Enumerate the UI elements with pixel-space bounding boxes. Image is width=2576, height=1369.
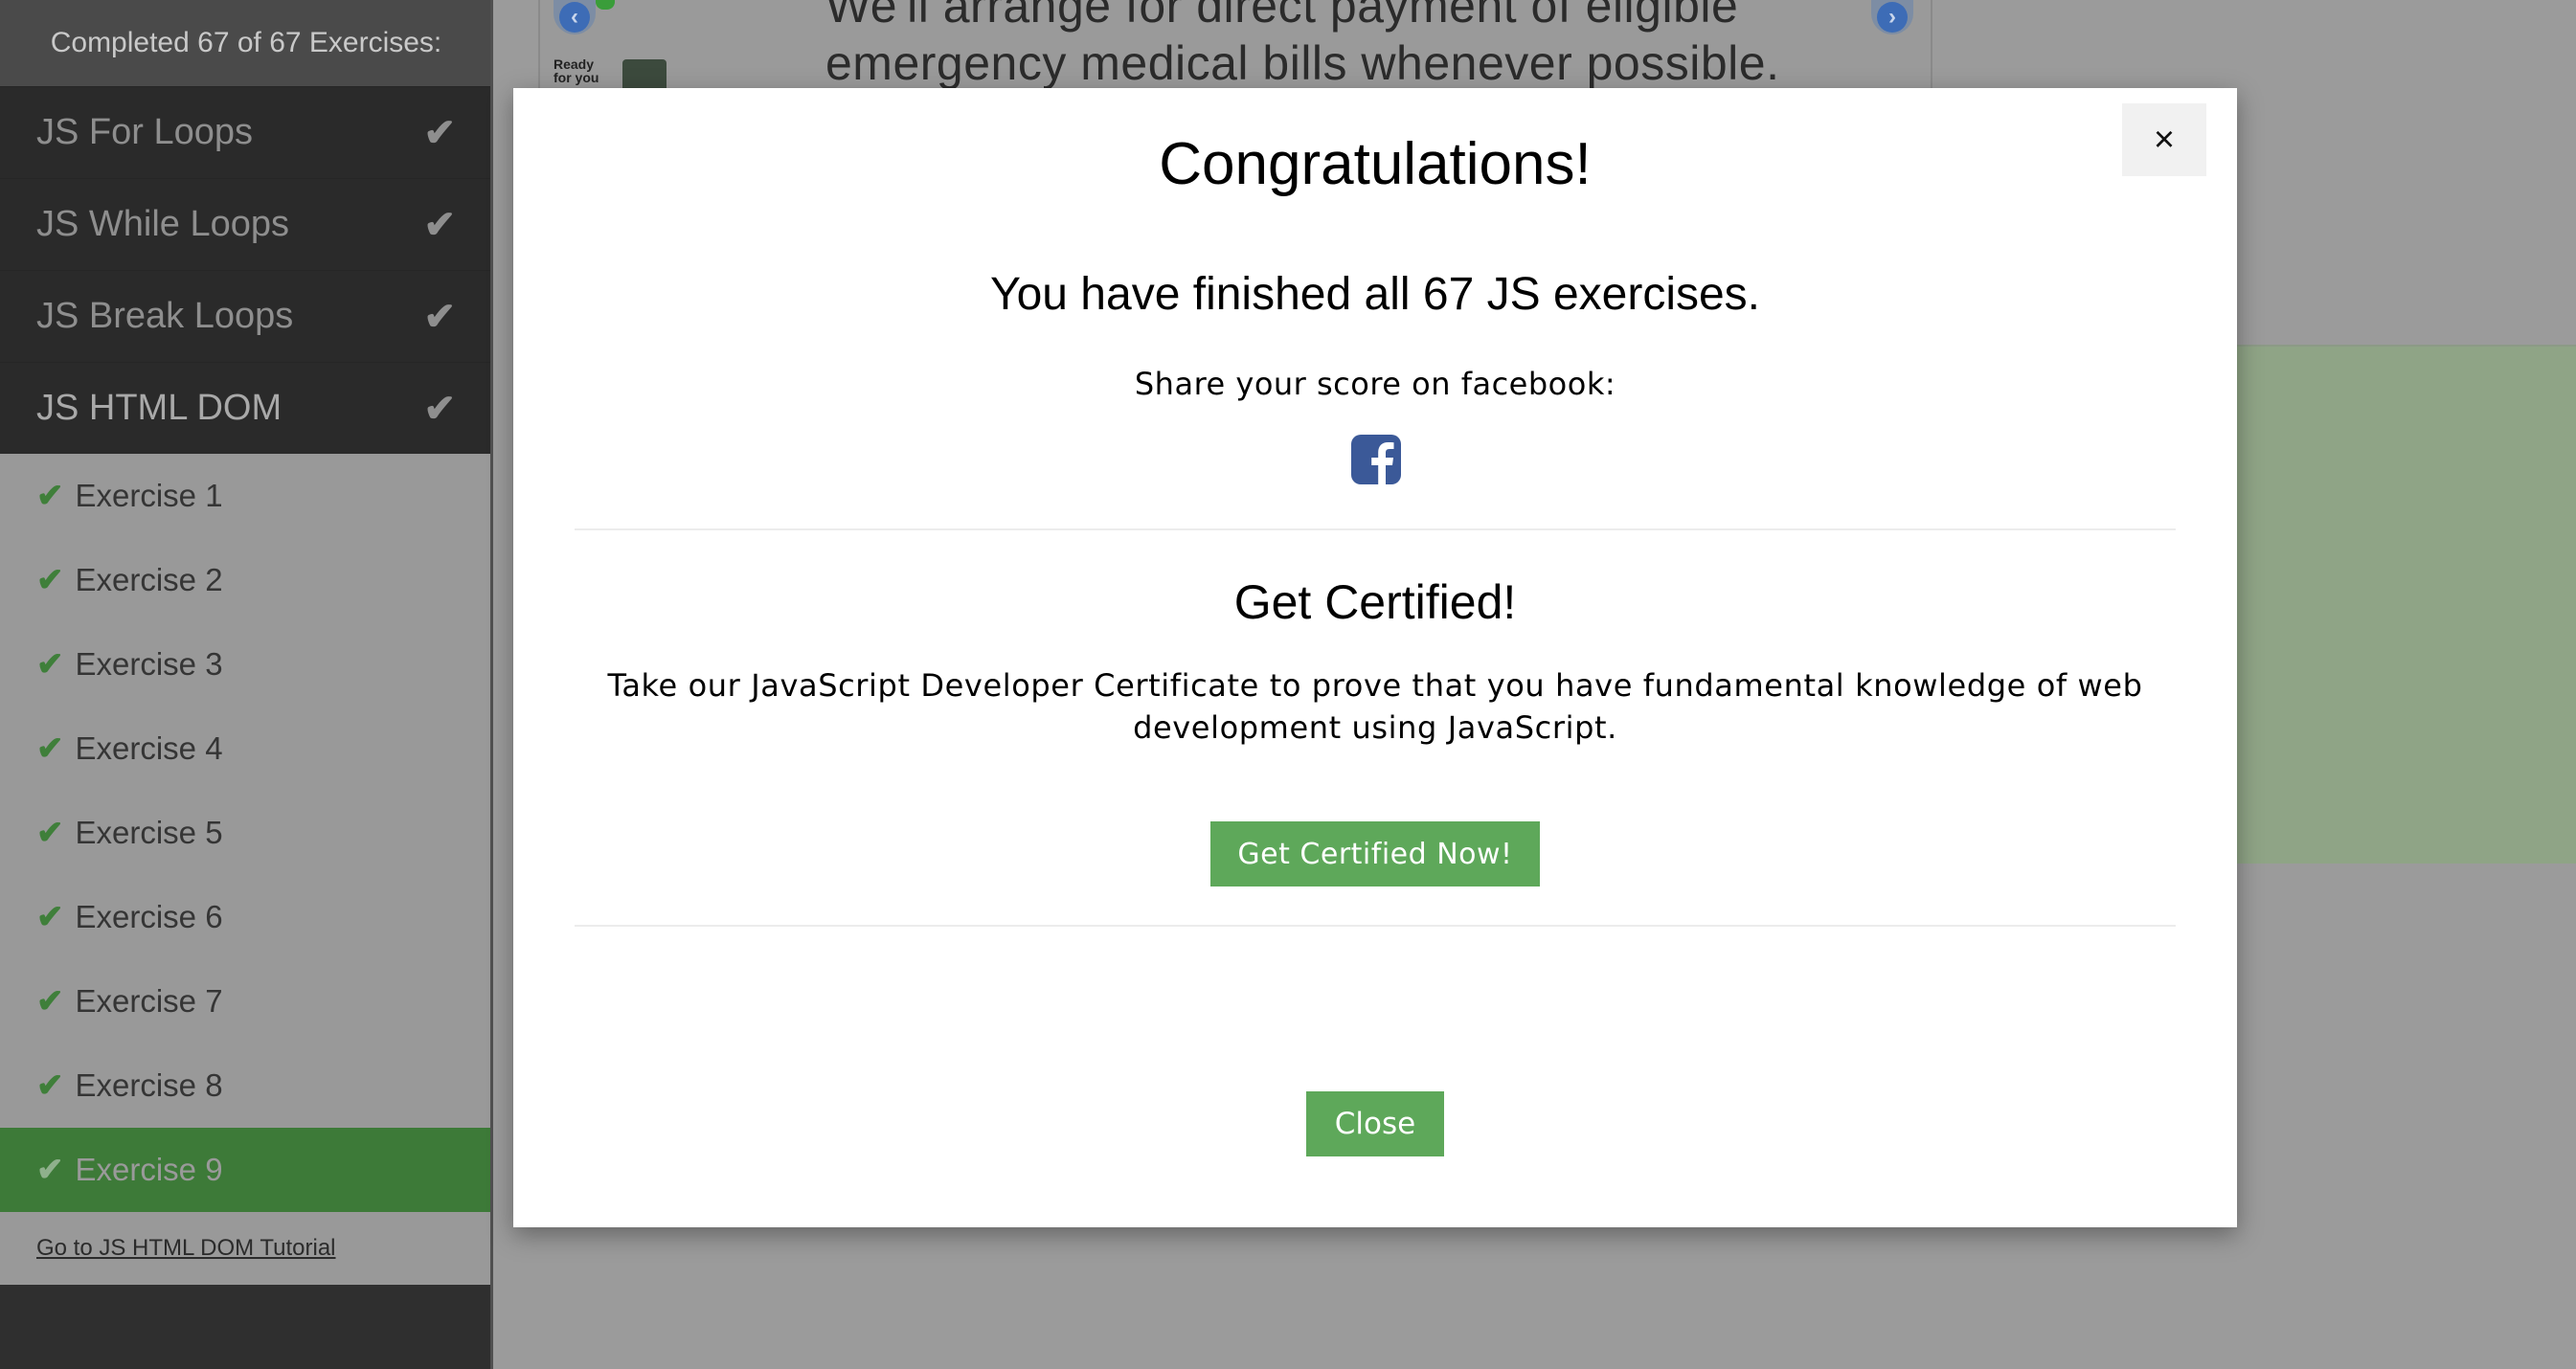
- exercise-label: Exercise 3: [75, 646, 223, 682]
- check-icon: ✔: [36, 478, 64, 514]
- divider: [575, 528, 2176, 530]
- exercise-label: Exercise 2: [75, 562, 223, 597]
- check-icon: ✔: [423, 203, 456, 246]
- ad-text: We'll arrange for direct payment of elig…: [825, 0, 1780, 91]
- progress-header: Completed 67 of 67 Exercises:: [0, 0, 492, 86]
- check-icon: ✔: [36, 730, 64, 767]
- divider: [575, 925, 2176, 927]
- ad-prev-button[interactable]: ‹: [554, 0, 596, 34]
- check-icon: ✔: [423, 295, 456, 338]
- exercise-label: Exercise 9: [75, 1152, 223, 1187]
- certification-title: Get Certified!: [1233, 575, 1517, 629]
- check-icon: ✔: [423, 387, 456, 430]
- ad-line-1: We'll arrange for direct payment of elig…: [825, 0, 1739, 33]
- sidebar-divider: [490, 0, 493, 1369]
- check-icon: ✔: [423, 111, 456, 154]
- exercise-label: Exercise 1: [75, 478, 223, 513]
- section-label: JS For Loops: [36, 112, 253, 152]
- certification-description: Take our JavaScript Developer Certificat…: [607, 667, 2143, 746]
- check-icon: ✔: [36, 983, 64, 1020]
- exercise-item-5[interactable]: ✔ Exercise 5: [0, 791, 492, 875]
- check-icon: ✔: [36, 1067, 64, 1104]
- section-js-html-dom[interactable]: JS HTML DOM ✔: [0, 362, 492, 454]
- share-text: Share your score on facebook:: [1134, 366, 1616, 402]
- exercise-item-9-current[interactable]: ✔ Exercise 9: [0, 1128, 492, 1212]
- section-js-break-loops[interactable]: JS Break Loops ✔: [0, 270, 492, 362]
- get-certified-button[interactable]: Get Certified Now!: [1210, 821, 1540, 886]
- exercise-label: Exercise 8: [75, 1067, 223, 1103]
- congratulations-modal: × Congratulations! You have finished all…: [513, 88, 2237, 1227]
- check-icon: ✔: [36, 562, 64, 598]
- modal-title: Congratulations!: [1159, 131, 1592, 197]
- exercise-item-3[interactable]: ✔ Exercise 3: [0, 622, 492, 707]
- check-icon: ✔: [36, 646, 64, 683]
- exercise-item-1[interactable]: ✔ Exercise 1: [0, 454, 492, 538]
- tutorial-link[interactable]: Go to JS HTML DOM Tutorial: [36, 1235, 336, 1262]
- exercise-item-4[interactable]: ✔ Exercise 4: [0, 707, 492, 791]
- exercise-sidebar: Completed 67 of 67 Exercises: JS For Loo…: [0, 0, 492, 1369]
- exercise-item-8[interactable]: ✔ Exercise 8: [0, 1044, 492, 1128]
- section-label: JS Break Loops: [36, 296, 294, 336]
- exercise-item-6[interactable]: ✔ Exercise 6: [0, 875, 492, 959]
- ad-line-2: emergency medical bills whenever possibl…: [825, 36, 1780, 90]
- exercise-label: Exercise 4: [75, 730, 223, 766]
- check-icon: ✔: [36, 899, 64, 935]
- facebook-icon[interactable]: [1351, 435, 1401, 484]
- section-label: JS While Loops: [36, 204, 290, 244]
- result-panel-background: [2231, 345, 2576, 864]
- ad-logo-mark: [596, 0, 615, 10]
- exercise-label: Exercise 5: [75, 815, 223, 850]
- section-label: JS HTML DOM: [36, 388, 282, 428]
- chevron-left-icon: ‹: [559, 2, 590, 33]
- exercise-label: Exercise 7: [75, 983, 223, 1019]
- section-js-for-loops[interactable]: JS For Loops ✔: [0, 86, 492, 178]
- check-icon: ✔: [36, 815, 64, 851]
- modal-subtitle: You have finished all 67 JS exercises.: [989, 269, 1761, 320]
- chevron-right-icon: ›: [1877, 2, 1908, 33]
- ad-banner[interactable]: ‹ Ready for you We'll arrange for direct…: [538, 0, 1932, 93]
- check-icon: ✔: [36, 1152, 64, 1188]
- exercise-list: ✔ Exercise 1 ✔ Exercise 2 ✔ Exercise 3 ✔…: [0, 454, 492, 1212]
- exercise-item-2[interactable]: ✔ Exercise 2: [0, 538, 492, 622]
- tutorial-link-row: Go to JS HTML DOM Tutorial: [0, 1212, 492, 1285]
- exercise-label: Exercise 6: [75, 899, 223, 934]
- facebook-f-glyph: [1371, 442, 1394, 484]
- ad-thumbnail-text: Ready for you: [554, 56, 599, 85]
- exercise-item-7[interactable]: ✔ Exercise 7: [0, 959, 492, 1044]
- section-js-while-loops[interactable]: JS While Loops ✔: [0, 178, 492, 270]
- close-button[interactable]: Close: [1306, 1091, 1444, 1156]
- ad-next-button[interactable]: ›: [1871, 0, 1913, 34]
